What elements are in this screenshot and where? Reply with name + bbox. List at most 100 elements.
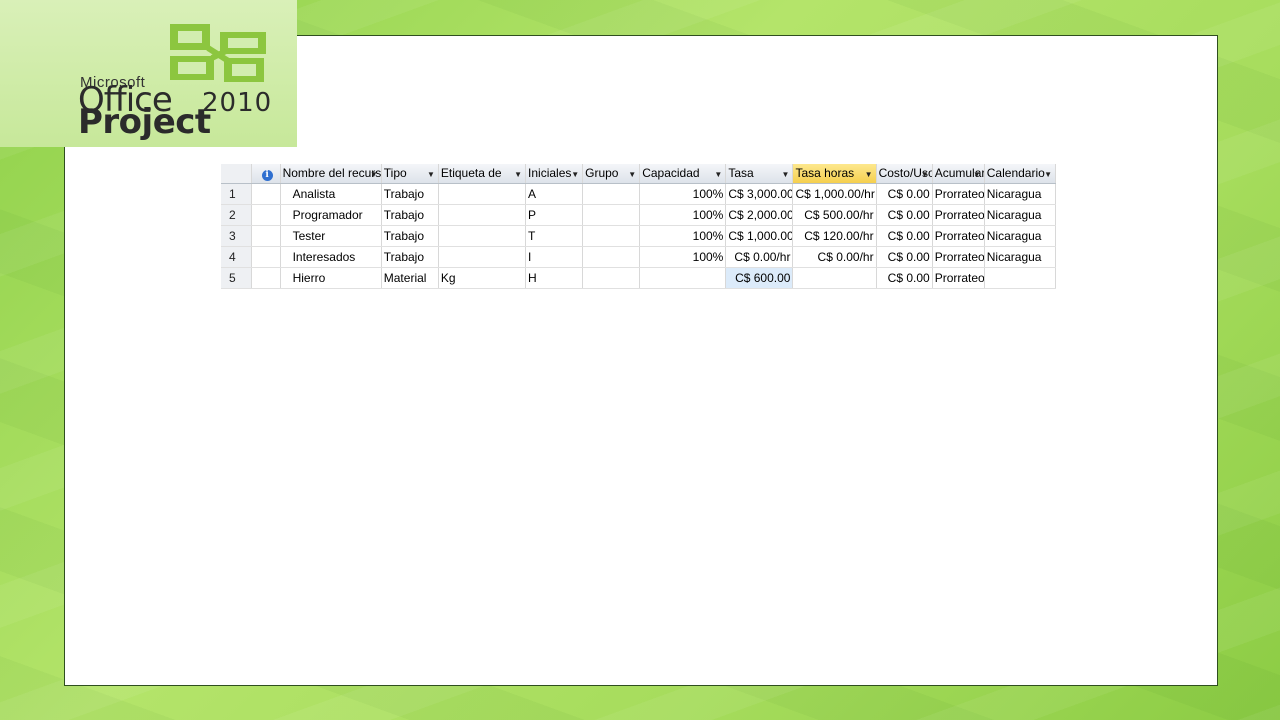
filter-dropdown-icon[interactable]: ▼ [865, 165, 873, 183]
cell-tipo[interactable]: Trabajo [381, 225, 439, 247]
cell-costo-uso[interactable]: C$ 0.00 [876, 183, 933, 205]
logo-year-text: 2010 [202, 88, 273, 118]
column-header-etiqueta[interactable]: Etiqueta de ▼ [438, 164, 527, 184]
table-row[interactable]: 1 Analista Trabajo A 100% C$ 3,000.00/hr… [221, 183, 1057, 205]
column-header-iniciales[interactable]: Iniciales ▼ [525, 164, 584, 184]
column-header-tasa-horas[interactable]: Tasa horas ▼ [792, 164, 877, 184]
row-number[interactable]: 1 [221, 183, 252, 205]
column-header-tasa[interactable]: Tasa ▼ [725, 164, 794, 184]
office-project-logo: Microsoft Office 2010 Project [0, 0, 297, 147]
row-number[interactable]: 5 [221, 267, 252, 289]
cell-tipo[interactable]: Trabajo [381, 204, 439, 226]
cell-calendario[interactable] [984, 267, 1057, 289]
cell-capacidad[interactable]: 100% [639, 204, 727, 226]
cell-costo-uso[interactable]: C$ 0.00 [876, 225, 933, 247]
cell-tasa-horas[interactable] [792, 267, 877, 289]
cell-tasa-selected[interactable]: C$ 600.00 [725, 267, 794, 289]
column-header-costo-uso[interactable]: Costo/Uso ▼ [876, 164, 933, 184]
cell-calendario[interactable]: Nicaragua [984, 183, 1057, 205]
logo-project-text: Project [78, 102, 211, 142]
select-all-corner[interactable] [221, 164, 252, 184]
table-header-row: i Nombre del recurso ▼ Tipo ▼ Etiqueta de ▼… [221, 164, 1057, 184]
column-header-calendario[interactable]: Calendario ▼ [984, 164, 1057, 184]
cell-grupo[interactable] [582, 183, 641, 205]
filter-dropdown-icon[interactable]: ▼ [921, 165, 929, 183]
filter-dropdown-icon[interactable]: ▼ [514, 165, 522, 183]
table-row[interactable]: 4 Interesados Trabajo I 100% C$ 0.00/hr … [221, 246, 1057, 268]
column-header-acumular[interactable]: Acumular ▼ [932, 164, 985, 184]
cell-iniciales[interactable]: T [525, 225, 584, 247]
resource-sheet-table: i Nombre del recurso ▼ Tipo ▼ Etiqueta de ▼… [221, 164, 1057, 289]
filter-dropdown-icon[interactable]: ▼ [782, 165, 790, 183]
indicator-cell[interactable] [251, 183, 281, 205]
indicators-column-header[interactable]: i [251, 164, 281, 184]
cell-acumular[interactable]: Prorrateo [932, 183, 985, 205]
column-header-nombre[interactable]: Nombre del recurso ▼ [280, 164, 382, 184]
table-row[interactable]: 5 Hierro Material Kg H C$ 600.00 C$ 0.00… [221, 267, 1057, 289]
cell-iniciales[interactable]: I [525, 246, 584, 268]
cell-grupo[interactable] [582, 204, 641, 226]
cell-capacidad[interactable]: 100% [639, 225, 727, 247]
cell-tasa-horas[interactable]: C$ 500.00/hr [792, 204, 877, 226]
cell-capacidad[interactable] [639, 267, 727, 289]
cell-nombre[interactable]: Interesados [280, 246, 382, 268]
cell-tipo[interactable]: Trabajo [381, 246, 439, 268]
cell-acumular[interactable]: Prorrateo [932, 246, 985, 268]
cell-iniciales[interactable]: A [525, 183, 584, 205]
cell-costo-uso[interactable]: C$ 0.00 [876, 267, 933, 289]
cell-etiqueta[interactable] [438, 246, 527, 268]
cell-costo-uso[interactable]: C$ 0.00 [876, 204, 933, 226]
row-number[interactable]: 3 [221, 225, 252, 247]
table-row[interactable]: 2 Programador Trabajo P 100% C$ 2,000.00… [221, 204, 1057, 226]
cell-tasa-horas[interactable]: C$ 0.00/hr [792, 246, 877, 268]
cell-tipo[interactable]: Material [381, 267, 439, 289]
column-header-tipo[interactable]: Tipo ▼ [381, 164, 439, 184]
cell-tasa-horas[interactable]: C$ 1,000.00/hr [792, 183, 877, 205]
indicator-cell[interactable] [251, 246, 281, 268]
cell-tasa[interactable]: C$ 2,000.00/hr [725, 204, 794, 226]
indicator-cell[interactable] [251, 204, 281, 226]
cell-tasa-horas[interactable]: C$ 120.00/hr [792, 225, 877, 247]
cell-capacidad[interactable]: 100% [639, 183, 727, 205]
filter-dropdown-icon[interactable]: ▼ [714, 165, 722, 183]
cell-tasa[interactable]: C$ 0.00/hr [725, 246, 794, 268]
cell-acumular[interactable]: Prorrateo [932, 267, 985, 289]
filter-dropdown-icon[interactable]: ▼ [427, 165, 435, 183]
row-number[interactable]: 2 [221, 204, 252, 226]
cell-acumular[interactable]: Prorrateo [932, 225, 985, 247]
cell-tasa[interactable]: C$ 3,000.00/hr [725, 183, 794, 205]
office-logo-icon [170, 24, 266, 82]
cell-etiqueta[interactable] [438, 204, 527, 226]
cell-grupo[interactable] [582, 267, 641, 289]
cell-acumular[interactable]: Prorrateo [932, 204, 985, 226]
cell-iniciales[interactable]: H [525, 267, 584, 289]
cell-etiqueta[interactable] [438, 225, 527, 247]
cell-nombre[interactable]: Hierro [280, 267, 382, 289]
cell-costo-uso[interactable]: C$ 0.00 [876, 246, 933, 268]
cell-etiqueta[interactable] [438, 183, 527, 205]
row-number[interactable]: 4 [221, 246, 252, 268]
cell-nombre[interactable]: Analista [280, 183, 382, 205]
indicator-cell[interactable] [251, 225, 281, 247]
column-header-capacidad[interactable]: Capacidad ▼ [639, 164, 727, 184]
cell-calendario[interactable]: Nicaragua [984, 204, 1057, 226]
cell-etiqueta[interactable]: Kg [438, 267, 527, 289]
cell-calendario[interactable]: Nicaragua [984, 246, 1057, 268]
cell-tipo[interactable]: Trabajo [381, 183, 439, 205]
column-header-grupo[interactable]: Grupo ▼ [582, 164, 641, 184]
cell-iniciales[interactable]: P [525, 204, 584, 226]
filter-dropdown-icon[interactable]: ▼ [571, 165, 579, 183]
cell-grupo[interactable] [582, 246, 641, 268]
cell-nombre[interactable]: Programador [280, 204, 382, 226]
cell-calendario[interactable]: Nicaragua [984, 225, 1057, 247]
indicator-cell[interactable] [251, 267, 281, 289]
cell-tasa[interactable]: C$ 1,000.00/hr [725, 225, 794, 247]
filter-dropdown-icon[interactable]: ▼ [628, 165, 636, 183]
filter-dropdown-icon[interactable]: ▼ [370, 165, 378, 183]
cell-grupo[interactable] [582, 225, 641, 247]
filter-dropdown-icon[interactable]: ▼ [973, 165, 981, 183]
cell-capacidad[interactable]: 100% [639, 246, 727, 268]
table-row[interactable]: 3 Tester Trabajo T 100% C$ 1,000.00/hr C… [221, 225, 1057, 247]
filter-dropdown-icon[interactable]: ▼ [1044, 165, 1052, 183]
cell-nombre[interactable]: Tester [280, 225, 382, 247]
